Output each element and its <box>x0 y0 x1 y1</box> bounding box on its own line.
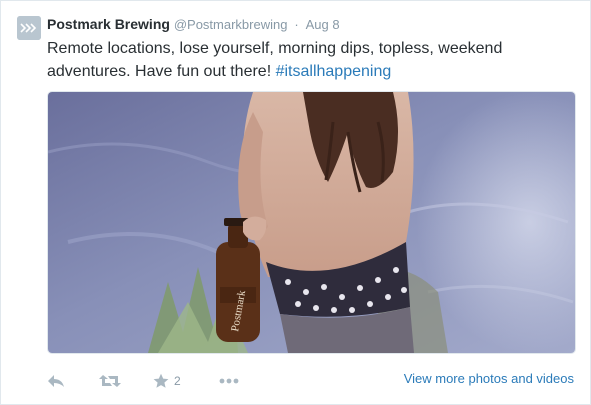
tweet-text: Remote locations, lose yourself, morning… <box>47 37 582 83</box>
retweet-icon <box>99 375 121 387</box>
avatar[interactable] <box>17 16 41 40</box>
more-dots-icon <box>219 378 239 384</box>
favorite-button[interactable]: 2 <box>153 369 181 393</box>
view-more-photos-link[interactable]: View more photos and videos <box>404 371 574 386</box>
reply-icon <box>48 375 64 387</box>
star-icon <box>153 373 169 388</box>
retweet-button[interactable] <box>99 369 121 393</box>
favorite-count: 2 <box>174 374 181 388</box>
hashtag-link[interactable]: #itsallhappening <box>276 63 392 80</box>
timestamp-link[interactable]: Aug 8 <box>306 17 340 32</box>
avatar-logo-icon <box>17 16 41 40</box>
photo-image: Postmark <box>48 92 575 353</box>
tweet-photo[interactable]: Postmark <box>47 91 576 354</box>
separator-dot: · <box>294 17 299 32</box>
username[interactable]: @Postmarkbrewing <box>174 17 288 32</box>
reply-button[interactable] <box>47 369 65 393</box>
more-options-button[interactable] <box>219 369 239 393</box>
tweet-actions: 2 View more photos and videos <box>47 369 582 393</box>
tweet-header: Postmark Brewing @Postmarkbrewing · Aug … <box>47 15 340 34</box>
tweet-card[interactable]: Postmark Brewing @Postmarkbrewing · Aug … <box>0 0 591 405</box>
display-name[interactable]: Postmark Brewing <box>47 16 170 32</box>
